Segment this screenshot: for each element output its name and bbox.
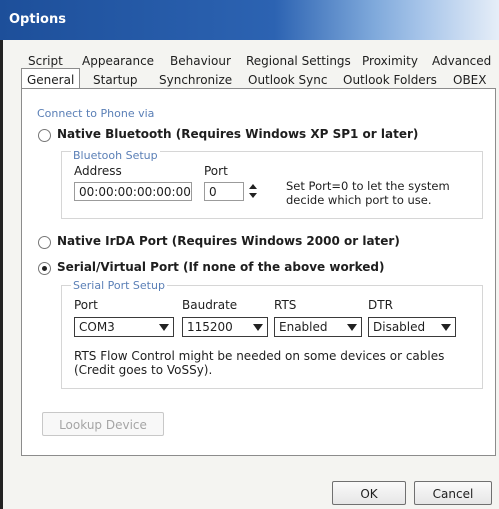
bt-port-label: Port <box>204 164 228 178</box>
chevron-down-icon <box>441 324 451 331</box>
bluetooth-radio-label[interactable]: Native Bluetooth (Requires Windows XP SP… <box>57 127 418 141</box>
spin-up-icon[interactable] <box>249 184 257 189</box>
window-title: Options <box>9 12 66 27</box>
tab-advanced[interactable]: Advanced <box>432 52 491 70</box>
baudrate-label: Baudrate <box>182 298 238 312</box>
spin-down-icon[interactable] <box>249 193 257 198</box>
dtr-select[interactable]: Disabled <box>368 317 456 337</box>
tab-row-2: General Startup Synchronize Outlook Sync… <box>0 68 499 90</box>
chevron-down-icon <box>253 324 263 331</box>
general-tab-panel: Connect to Phone via Native Bluetooth (R… <box>21 88 496 456</box>
bluetooth-radio[interactable] <box>38 129 51 142</box>
rts-select[interactable]: Enabled <box>274 317 362 337</box>
bt-port-spinner[interactable] <box>248 182 258 202</box>
irda-radio-label[interactable]: Native IrDA Port (Requires Windows 2000 … <box>57 234 400 248</box>
serial-port-value: COM3 <box>79 320 115 334</box>
serial-radio[interactable] <box>38 262 51 275</box>
irda-radio[interactable] <box>38 236 51 249</box>
ok-button[interactable]: OK <box>332 481 406 505</box>
baudrate-value: 115200 <box>187 320 233 334</box>
tab-outlook-sync[interactable]: Outlook Sync <box>248 71 327 89</box>
window-left-border <box>0 40 3 509</box>
bluetooth-setup-title: Bluetooh Setup <box>71 149 160 162</box>
title-bar[interactable]: Options <box>0 0 499 40</box>
tab-regional-settings[interactable]: Regional Settings <box>246 52 351 70</box>
rts-label: RTS <box>274 298 297 312</box>
tab-synchronize[interactable]: Synchronize <box>159 71 232 89</box>
chevron-down-icon <box>159 324 169 331</box>
serial-radio-label[interactable]: Serial/Virtual Port (If none of the abov… <box>57 260 384 274</box>
dtr-label: DTR <box>368 298 393 312</box>
dtr-value: Disabled <box>373 320 426 334</box>
connect-group-title: Connect to Phone via <box>37 107 155 120</box>
cancel-button[interactable]: Cancel <box>414 481 492 505</box>
rts-note: RTS Flow Control might be needed on some… <box>74 349 445 377</box>
bt-port-input[interactable]: 0 <box>204 182 244 201</box>
tab-behaviour[interactable]: Behaviour <box>170 52 231 70</box>
tab-appearance[interactable]: Appearance <box>82 52 154 70</box>
rts-value: Enabled <box>279 320 328 334</box>
tab-proximity[interactable]: Proximity <box>362 52 418 70</box>
serial-port-select[interactable]: COM3 <box>74 317 174 337</box>
tab-obex[interactable]: OBEX <box>453 71 486 89</box>
address-input[interactable]: 00:00:00:00:00:00 <box>74 182 192 201</box>
tab-general[interactable]: General <box>21 68 81 90</box>
lookup-device-button[interactable]: Lookup Device <box>42 412 164 436</box>
chevron-down-icon <box>347 324 357 331</box>
options-dialog: Options Script Appearance Behaviour Regi… <box>0 0 499 509</box>
bt-port-note: Set Port=0 to let the system decide whic… <box>286 179 450 207</box>
serial-setup-title: Serial Port Setup <box>71 279 167 292</box>
tab-outlook-folders[interactable]: Outlook Folders <box>343 71 437 89</box>
tab-startup[interactable]: Startup <box>93 71 138 89</box>
address-label: Address <box>74 164 122 178</box>
serial-port-label: Port <box>74 298 98 312</box>
baudrate-select[interactable]: 115200 <box>182 317 268 337</box>
